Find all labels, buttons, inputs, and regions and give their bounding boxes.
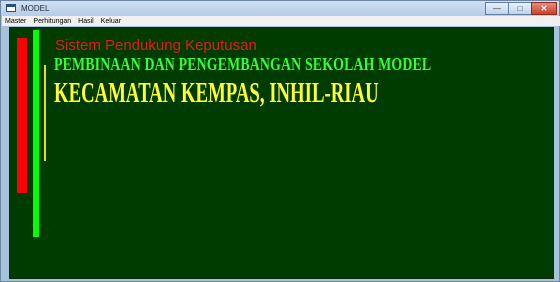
window-title: MODEL: [21, 4, 50, 13]
main-form: Sistem Pendukung Keputusan PEMBINAAN DAN…: [9, 27, 554, 279]
close-button[interactable]: ✕: [531, 2, 557, 15]
minimize-button[interactable]: —: [485, 2, 509, 15]
red-accent-bar: [17, 38, 27, 193]
menu-keluar[interactable]: Keluar: [101, 17, 121, 26]
app-window: MODEL — □ ✕ Master Perhitungan Hasil Kel…: [0, 0, 560, 282]
app-subtitle: Sistem Pendukung Keputusan: [55, 37, 257, 54]
location-title: KECAMATAN KEMPAS, INHIL-RIAU: [54, 78, 379, 109]
menu-bar: Master Perhitungan Hasil Keluar: [2, 16, 560, 26]
caption-buttons: — □ ✕: [485, 2, 557, 15]
title-bar[interactable]: MODEL — □ ✕: [1, 1, 559, 16]
menu-hasil[interactable]: Hasil: [78, 17, 94, 26]
app-heading: PEMBINAAN DAN PENGEMBANGAN SEKOLAH MODEL: [54, 54, 432, 74]
menu-master[interactable]: Master: [5, 17, 26, 26]
maximize-button[interactable]: □: [508, 2, 532, 15]
menu-perhitungan[interactable]: Perhitungan: [33, 17, 71, 26]
green-accent-bar: [33, 30, 39, 237]
window-icon[interactable]: [6, 4, 16, 12]
yellow-accent-line: [44, 65, 46, 161]
